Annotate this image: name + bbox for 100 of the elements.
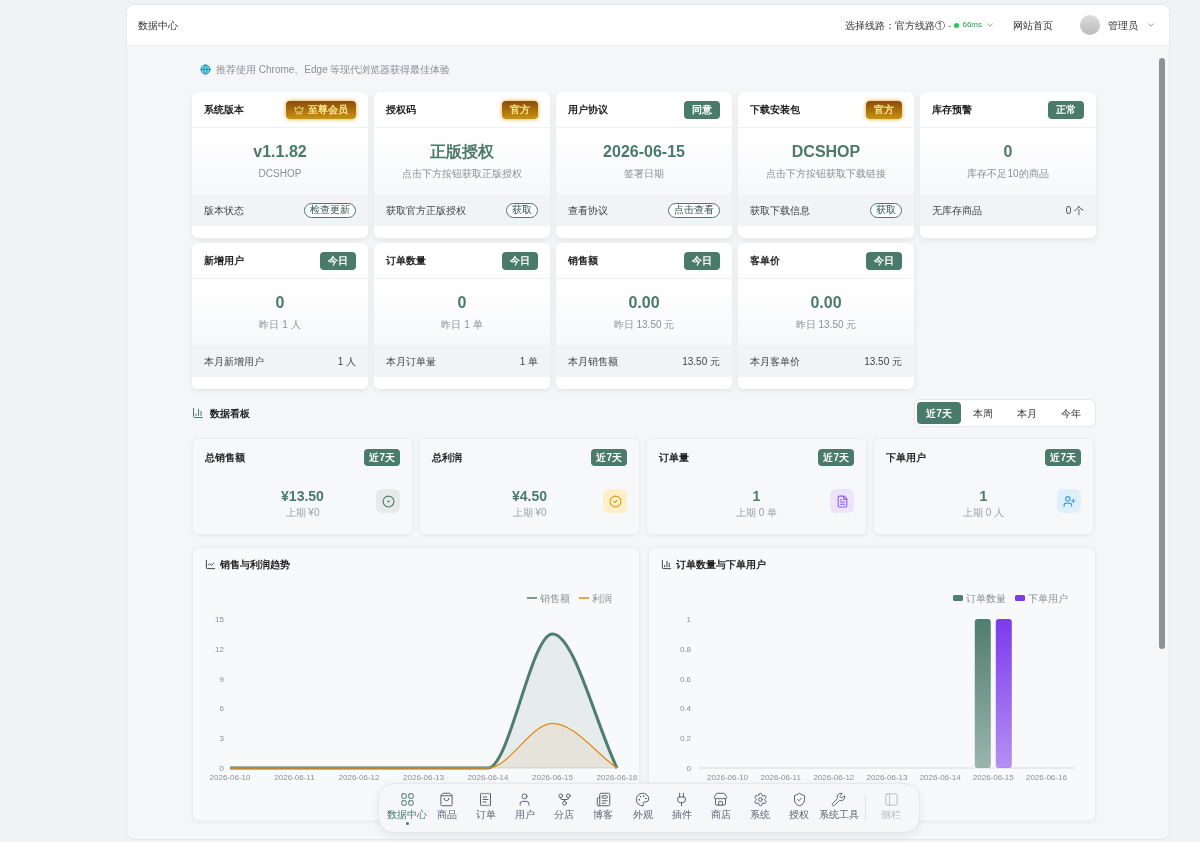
wrench-icon [831, 791, 847, 807]
x-tick-label: 2026-06-14 [467, 772, 509, 782]
card-value: 0 [275, 292, 285, 313]
action-button[interactable]: 获取 [870, 202, 902, 218]
period-badge: 近7天 [591, 448, 627, 466]
chart-title: 订单数量与下单用户 [676, 558, 766, 573]
target-icon [376, 489, 400, 513]
footer-label: 版本状态 [204, 203, 244, 218]
user-plus-icon [1057, 489, 1081, 513]
notice-text: 推荐使用 Chrome、Edge 等现代浏览器获得最佳体验 [216, 62, 451, 77]
status-badge: 正常 [1048, 100, 1084, 119]
card-value: v1.1.82 [253, 141, 307, 162]
card-caption: 昨日 1 单 [441, 317, 483, 332]
period-badge: 近7天 [818, 448, 854, 466]
dock-item[interactable]: 用户 [505, 787, 545, 829]
route-selector[interactable]: 选择线路：官方线路① - 66ms [845, 17, 995, 33]
card-value: 0.00 [628, 292, 660, 313]
dock-item[interactable]: 博客 [583, 787, 623, 829]
card-title: 下载安装包 [750, 103, 800, 117]
legend-label: 订单数量 [966, 592, 1006, 604]
stat-title: 下单用户 [886, 450, 926, 465]
status-badge: 官方 [866, 100, 902, 119]
card-caption: 点击下方按钮获取正版授权 [402, 166, 522, 181]
card-value: 0.00 [810, 292, 842, 313]
card-title: 客单价 [750, 254, 780, 268]
card-caption: DCSHOP [258, 166, 302, 181]
dock-item[interactable]: 系统工具 [818, 787, 859, 829]
shopping-bag-icon [439, 791, 455, 807]
settings-icon [752, 791, 768, 807]
range-tab[interactable]: 本周 [961, 402, 1005, 424]
x-tick-label: 2026-06-11 [274, 772, 315, 782]
y-tick-label: 9 [219, 674, 224, 684]
action-button[interactable]: 点击查看 [668, 202, 720, 218]
y-tick-label: 3 [219, 733, 224, 743]
legend-swatch [953, 594, 963, 601]
status-badge: 今日 [502, 251, 538, 270]
dock-item[interactable]: 商品 [427, 787, 467, 829]
card-value: 0 [457, 292, 467, 313]
status-badge: 官方 [502, 100, 538, 119]
scrollbar[interactable] [1159, 58, 1165, 649]
stat-value: ¥13.50 [281, 487, 324, 506]
footer-label: 本月订单量 [386, 354, 436, 369]
y-tick-label: 6 [219, 704, 224, 714]
branch-icon [556, 791, 572, 807]
card-value: 正版授权 [430, 141, 494, 162]
card-caption: 签署日期 [624, 166, 664, 181]
legend-label: 销售额 [540, 592, 570, 604]
footer-label: 查看协议 [568, 203, 608, 218]
x-tick-label: 2026-06-13 [866, 772, 908, 782]
dock-item[interactable]: 订单 [466, 787, 506, 829]
x-tick-label: 2026-06-15 [972, 772, 1014, 782]
dock-item[interactable]: 授权 [779, 787, 819, 829]
sidebar-icon [883, 791, 899, 807]
status-badge: 今日 [866, 251, 902, 270]
dock-item[interactable]: 外观 [622, 787, 663, 829]
stat-title: 总销售额 [205, 450, 245, 465]
card-title: 用户协议 [568, 103, 608, 117]
shield-check-icon [791, 791, 807, 807]
card-title: 系统版本 [204, 103, 244, 117]
x-tick-label: 2026-06-11 [760, 772, 801, 782]
stat-caption: 上期 ¥0 [285, 506, 320, 521]
card-caption: 库存不足10的商品 [967, 166, 1049, 181]
x-tick-label: 2026-06-12 [813, 772, 855, 782]
section-title: 数据看板 [210, 406, 250, 421]
bar-chart-icon [661, 559, 672, 571]
range-tab[interactable]: 本月 [1005, 402, 1049, 424]
y-tick-label: 0 [686, 763, 691, 773]
card-title: 授权码 [386, 103, 416, 117]
footer-label: 获取官方正版授权 [386, 203, 466, 218]
card-title: 库存预警 [932, 103, 972, 117]
page-title: 数据中心 [138, 18, 178, 33]
footer-value: 13.50 元 [864, 354, 902, 369]
y-tick-label: 0 [219, 763, 224, 773]
status-badge: 同意 [684, 100, 720, 119]
action-button[interactable]: 检查更新 [304, 202, 356, 218]
avatar-icon [1080, 15, 1100, 35]
x-tick-label: 2026-06-10 [707, 772, 749, 782]
dock-item[interactable]: 系统 [740, 787, 780, 829]
dock-item[interactable]: 插件 [662, 787, 702, 829]
period-badge: 近7天 [1045, 448, 1081, 466]
card-title: 订单数量 [386, 254, 426, 268]
stat-title: 订单量 [659, 450, 689, 465]
card-caption: 昨日 13.50 元 [613, 317, 675, 332]
store-icon [713, 791, 729, 807]
footer-label: 本月客单价 [750, 354, 800, 369]
palette-icon [635, 791, 651, 807]
receipt-icon [478, 791, 494, 807]
footer-label: 本月销售额 [568, 354, 618, 369]
chevron-down-icon [985, 20, 995, 30]
range-tab[interactable]: 今年 [1049, 402, 1093, 424]
action-button[interactable]: 获取 [506, 202, 538, 218]
user-icon [517, 791, 533, 807]
dock-item[interactable]: 商店 [701, 787, 741, 829]
home-link[interactable]: 网站首页 [1013, 17, 1053, 33]
card-value: 2026-06-15 [603, 141, 685, 162]
dock-item[interactable]: 分店 [544, 787, 584, 829]
dock-item[interactable]: 数据中心 [387, 787, 427, 829]
period-badge: 近7天 [364, 448, 400, 466]
user-menu[interactable]: 管理员 [1080, 15, 1156, 35]
range-tab[interactable]: 近7天 [917, 402, 961, 424]
